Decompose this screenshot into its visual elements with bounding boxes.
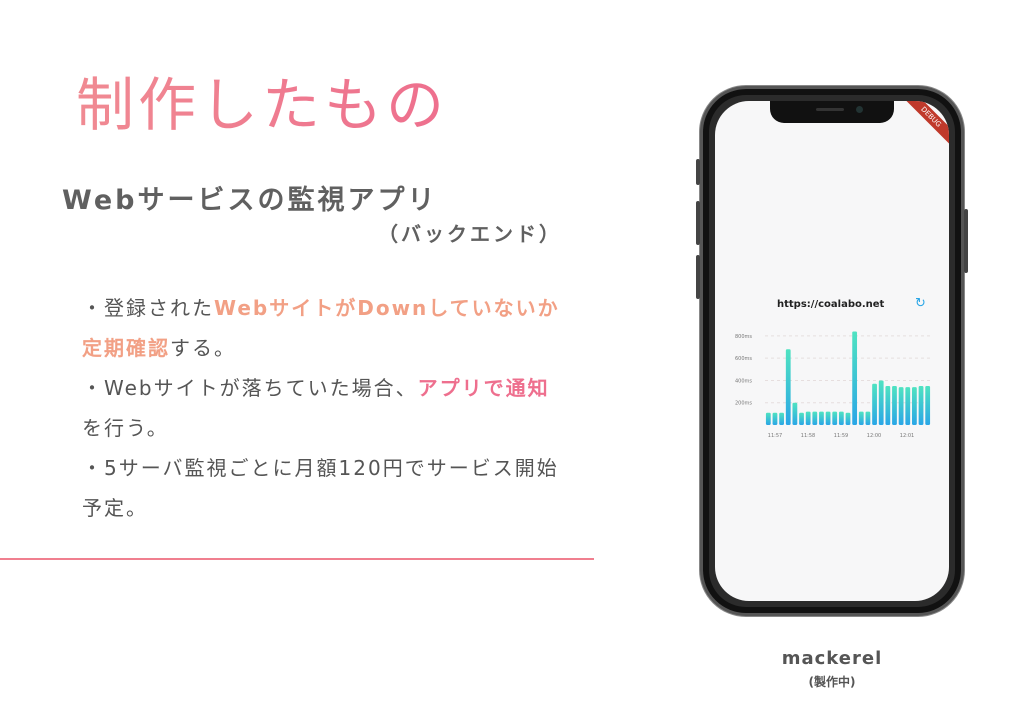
- site-url: https://coalabo.net: [777, 299, 885, 310]
- app-subtitle: Webサービスの監視アプリ: [62, 185, 438, 216]
- x-tick-label: 11:59: [834, 433, 848, 439]
- chart-bar: [852, 331, 858, 425]
- speaker-grille: [816, 108, 844, 111]
- camera-icon: [856, 106, 863, 113]
- feature-item: ・Webサイトが落ちていた場合、アプリで通知を行う。: [82, 368, 562, 448]
- chart-bar: [812, 411, 818, 425]
- chart-bar: [858, 411, 864, 425]
- feature-text: ・Webサイトが落ちていた場合、: [82, 376, 418, 400]
- feature-text: を行う。: [82, 416, 169, 440]
- phone-notch: [770, 101, 894, 123]
- phone-screen: DEBUG https://coalabo.net ↻ 800ms 600ms 40…: [715, 101, 949, 601]
- chart-bar: [878, 380, 884, 425]
- feature-text: ・登録された: [82, 296, 214, 320]
- refresh-icon[interactable]: ↻: [915, 296, 926, 311]
- chart-bar: [819, 411, 824, 425]
- chart-bar: [805, 411, 811, 425]
- chart-bar: [772, 412, 778, 425]
- x-tick-label: 11:57: [768, 433, 782, 439]
- debug-ribbon: DEBUG: [898, 101, 949, 150]
- chart-bar: [792, 402, 798, 425]
- feature-highlight: アプリで通知: [417, 376, 550, 400]
- chart-bar: [892, 386, 897, 425]
- phone-power-button: [964, 209, 968, 273]
- chart-bar: [765, 412, 771, 425]
- y-tick-label: 800ms: [735, 334, 752, 340]
- chart-bar: [838, 411, 844, 425]
- chart-bar: [872, 383, 877, 425]
- feature-text: する。: [170, 336, 236, 360]
- app-subtitle-note: （バックエンド）: [378, 222, 562, 246]
- chart-bar: [799, 412, 804, 425]
- chart-bar: [925, 386, 931, 425]
- y-tick-label: 400ms: [735, 378, 752, 384]
- chart-bar: [912, 387, 917, 425]
- chart-bar: [898, 387, 904, 425]
- feature-list: ・登録されたWebサイトがDownしていないか定期確認する。 ・Webサイトが落ち…: [82, 288, 562, 528]
- x-tick-label: 11:58: [801, 433, 815, 439]
- y-tick-label: 200ms: [735, 401, 752, 407]
- chart-bar: [865, 411, 871, 425]
- chart-bar: [845, 412, 851, 425]
- app-name: mackerel: [781, 648, 883, 669]
- chart-bar: [779, 412, 784, 425]
- x-tick-label: 12:00: [867, 433, 881, 439]
- phone-mute-switch: [696, 159, 700, 185]
- chart-bar: [918, 386, 924, 425]
- chart-bar: [905, 387, 911, 425]
- page-title: 制作したもの: [76, 58, 448, 142]
- app-status: (製作中): [808, 675, 856, 689]
- phone-volume-down: [696, 255, 700, 299]
- x-tick-label: 12:01: [900, 433, 914, 439]
- feature-text: ・5サーバ監視ごとに月額120円でサービス開始予定。: [82, 456, 559, 520]
- chart-bar: [885, 386, 891, 425]
- phone-mockup: DEBUG https://coalabo.net ↻ 800ms 600ms 40…: [696, 86, 968, 616]
- feature-item: ・5サーバ監視ごとに月額120円でサービス開始予定。: [82, 448, 562, 528]
- phone-volume-up: [696, 201, 700, 245]
- feature-item: ・登録されたWebサイトがDownしていないか定期確認する。: [82, 288, 562, 368]
- y-tick-label: 600ms: [735, 356, 752, 362]
- chart-bar: [785, 349, 791, 425]
- chart-bar: [832, 411, 838, 425]
- response-time-chart: 800ms 600ms 400ms 200ms 11:57 11:58 11:59 12:00…: [735, 331, 931, 439]
- chart-bar: [825, 411, 831, 425]
- divider-line: [0, 558, 594, 560]
